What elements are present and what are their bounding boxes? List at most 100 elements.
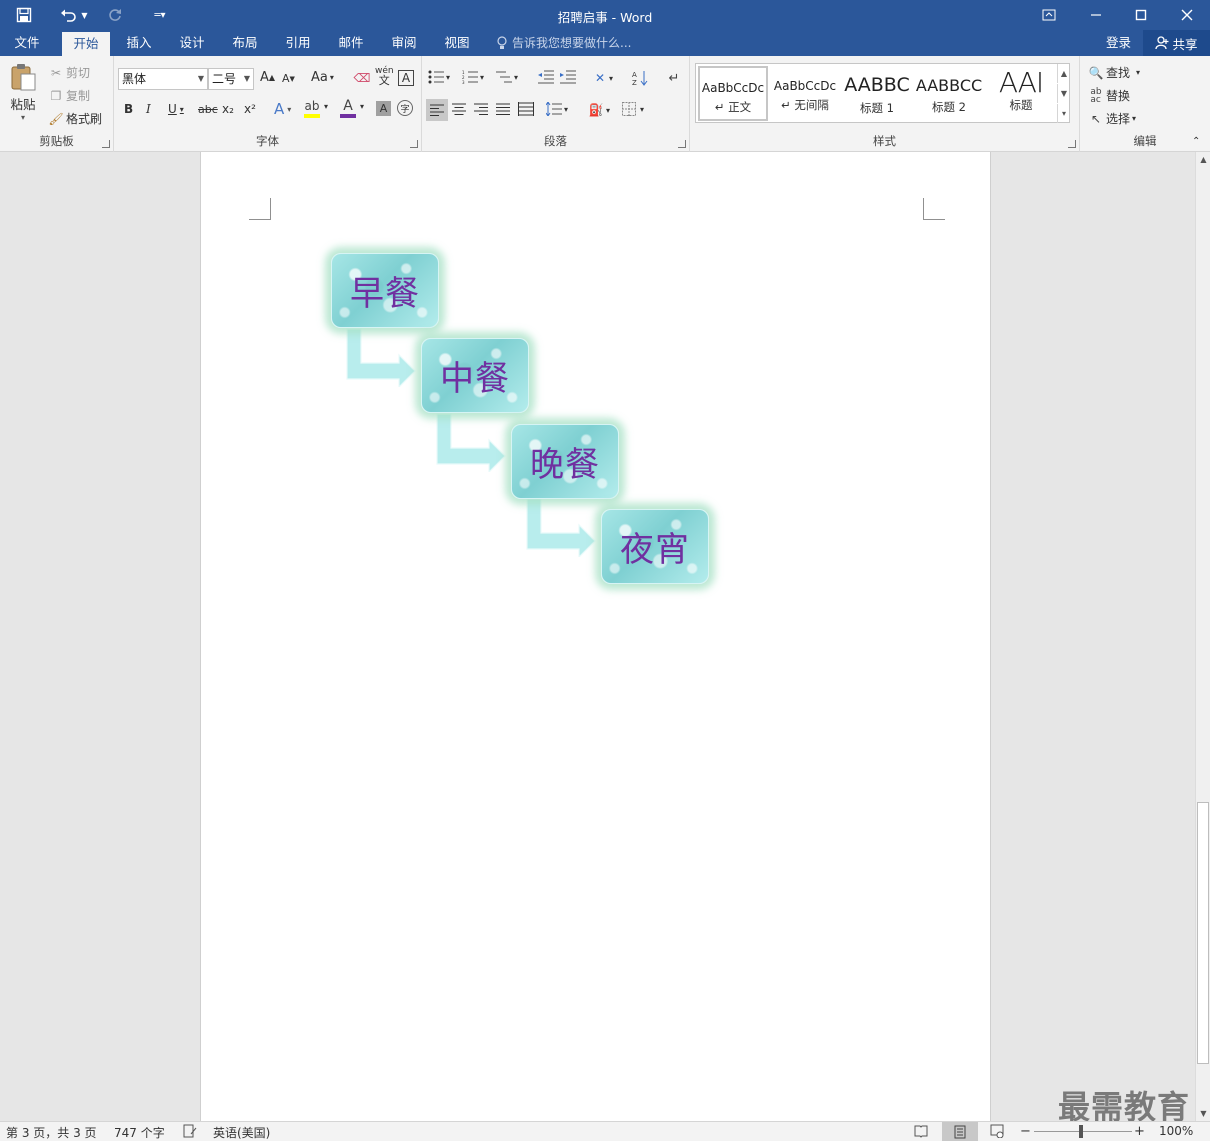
align-left-icon[interactable] — [426, 99, 448, 121]
collapse-ribbon-icon[interactable]: ⌃ — [1192, 136, 1200, 147]
chinese-layout-icon[interactable]: ✕ ▾ — [592, 70, 613, 86]
ribbon-home: 粘贴 ▾ ✂ 剪切 ❐ 复制 🖌 格式刷 剪贴板 黑体 ▼ 二号 ▼ A ▲ A ▼ Aa ▾ … — [0, 56, 1210, 152]
scrollbar-thumb[interactable] — [1197, 802, 1209, 1064]
character-border-button[interactable]: A — [398, 70, 414, 86]
borders-icon[interactable]: ▾ — [622, 102, 644, 116]
highlight-button[interactable]: ab — [304, 98, 320, 118]
grow-font-button[interactable]: A ▲ — [260, 70, 275, 85]
maximize-icon[interactable] — [1118, 0, 1164, 30]
text-effects-icon[interactable]: A ▾ — [274, 100, 291, 118]
zoom-slider[interactable] — [1034, 1131, 1132, 1132]
ribbon-display-options-icon[interactable] — [1026, 0, 1072, 30]
tell-me-box[interactable]: 告诉我您想要做什么... — [496, 30, 631, 56]
scroll-down-icon[interactable]: ▼ — [1196, 1106, 1210, 1121]
line-spacing-icon[interactable]: ▾ — [546, 102, 568, 116]
tab-layout[interactable]: 布局 — [223, 30, 267, 56]
web-layout-icon[interactable] — [990, 1124, 1004, 1141]
zoom-slider-thumb[interactable] — [1079, 1125, 1083, 1138]
align-right-icon[interactable] — [474, 103, 488, 115]
undo-icon[interactable]: ▼ — [56, 4, 92, 26]
tab-insert[interactable]: 插入 — [117, 30, 161, 56]
tab-review[interactable]: 审阅 — [382, 30, 426, 56]
meal-box-late-night-snack[interactable]: 夜宵 — [601, 509, 709, 584]
style-heading-1[interactable]: AABBC 标题 1 — [842, 66, 912, 121]
font-color-button[interactable]: A — [340, 98, 356, 118]
tab-file[interactable]: 文件 — [5, 30, 49, 56]
meal-box-breakfast[interactable]: 早餐 — [331, 253, 439, 328]
font-launcher[interactable] — [410, 140, 418, 148]
styles-more-icon[interactable]: ▾ — [1057, 104, 1070, 123]
clipboard-launcher[interactable] — [102, 140, 110, 148]
font-color-dropdown-icon[interactable]: ▾ — [360, 102, 364, 111]
paragraph-launcher[interactable] — [678, 140, 686, 148]
customize-qat-icon[interactable]: ═▾ — [150, 4, 170, 26]
style-title[interactable]: AAI 标题 — [986, 66, 1056, 121]
tab-references[interactable]: 引用 — [276, 30, 320, 56]
show-formatting-marks-icon[interactable]: ↵ — [666, 70, 682, 86]
scroll-up-icon[interactable]: ▲ — [1196, 152, 1210, 167]
minimize-icon[interactable] — [1073, 0, 1119, 30]
save-icon[interactable] — [12, 4, 36, 26]
paste-button[interactable]: 粘贴 ▾ — [6, 62, 40, 122]
copy-button[interactable]: ❐ 复制 — [48, 87, 90, 104]
strikethrough-button[interactable]: abc — [198, 103, 218, 116]
italic-button[interactable]: I — [146, 102, 151, 116]
clear-formatting-icon[interactable]: ⌫ — [354, 70, 371, 86]
bold-button[interactable]: B — [124, 102, 133, 116]
vertical-scrollbar[interactable]: ▲ ▼ — [1195, 152, 1210, 1121]
close-icon[interactable] — [1164, 0, 1210, 30]
font-name-combo[interactable]: 黑体 ▼ — [118, 68, 208, 90]
subscript-button[interactable]: x₂ — [222, 102, 234, 116]
styles-scroll-up-icon[interactable]: ▲ — [1057, 64, 1070, 83]
page-count[interactable]: 第 3 页，共 3 页 — [6, 1124, 97, 1141]
font-size-combo[interactable]: 二号 ▼ — [208, 68, 254, 90]
share-button[interactable]: 共享 — [1143, 30, 1210, 56]
decrease-indent-icon[interactable] — [538, 70, 554, 84]
shrink-font-button[interactable]: A ▼ — [282, 72, 295, 85]
style-normal[interactable]: AaBbCcDc ↵ 正文 — [698, 66, 768, 121]
cut-button[interactable]: ✂ 剪切 — [48, 64, 90, 81]
style-heading-2[interactable]: AABBCC 标题 2 — [914, 66, 984, 121]
find-button[interactable]: 🔍 查找 ▾ — [1088, 64, 1141, 81]
styles-scroll-down-icon[interactable]: ▼ — [1057, 84, 1070, 103]
multilevel-list-icon[interactable]: ▾ — [496, 70, 518, 84]
read-mode-icon[interactable] — [914, 1124, 928, 1141]
character-shading-icon[interactable]: A — [376, 101, 391, 116]
align-center-icon[interactable] — [452, 103, 466, 115]
sign-in-link[interactable]: 登录 — [1106, 30, 1131, 56]
format-painter-button[interactable]: 🖌 格式刷 — [48, 110, 102, 127]
tab-home[interactable]: 开始 — [62, 32, 110, 56]
tab-mailings[interactable]: 邮件 — [329, 30, 373, 56]
enclose-characters-icon[interactable]: 字 — [397, 100, 413, 116]
style-no-spacing[interactable]: AaBbCcDc ↵ 无间隔 — [770, 66, 840, 121]
bullets-icon[interactable]: ▾ — [428, 70, 450, 84]
numbering-icon[interactable]: 1 2 3 ▾ — [462, 70, 484, 84]
meal-box-dinner[interactable]: 晚餐 — [511, 424, 619, 499]
meal-box-lunch[interactable]: 中餐 — [421, 338, 529, 413]
zoom-out-icon[interactable]: − — [1020, 1124, 1031, 1139]
print-layout-icon[interactable] — [942, 1122, 978, 1141]
highlight-dropdown-icon[interactable]: ▾ — [324, 102, 328, 111]
replace-button[interactable]: ab ac 替换 — [1088, 87, 1130, 104]
proofing-icon[interactable] — [183, 1124, 197, 1141]
document-page[interactable]: 早餐 中餐 晚餐 夜宵 — [200, 152, 991, 1121]
paragraph-group-label: 段落 — [544, 134, 567, 148]
increase-indent-icon[interactable] — [560, 70, 576, 84]
tab-design[interactable]: 设计 — [170, 30, 214, 56]
distributed-icon[interactable] — [518, 102, 534, 116]
justify-icon[interactable] — [496, 103, 510, 115]
select-button[interactable]: ↖ 选择 ▾ — [1088, 110, 1136, 127]
phonetic-guide-button[interactable]: wén 文 — [375, 66, 394, 86]
change-case-button[interactable]: Aa ▾ — [311, 70, 334, 85]
styles-launcher[interactable] — [1068, 140, 1076, 148]
tab-view[interactable]: 视图 — [435, 30, 479, 56]
superscript-button[interactable]: x² — [244, 102, 256, 116]
shading-icon[interactable]: ⛽ ▾ — [588, 102, 611, 118]
language-indicator[interactable]: 英语(美国) — [213, 1124, 270, 1141]
word-count[interactable]: 747 个字 — [114, 1124, 165, 1141]
underline-button[interactable]: U ▾ — [168, 102, 184, 116]
zoom-in-icon[interactable]: + — [1134, 1124, 1145, 1139]
zoom-level[interactable]: 100% — [1159, 1124, 1193, 1138]
redo-icon[interactable] — [104, 4, 126, 26]
sort-icon[interactable]: AZ — [632, 70, 648, 86]
